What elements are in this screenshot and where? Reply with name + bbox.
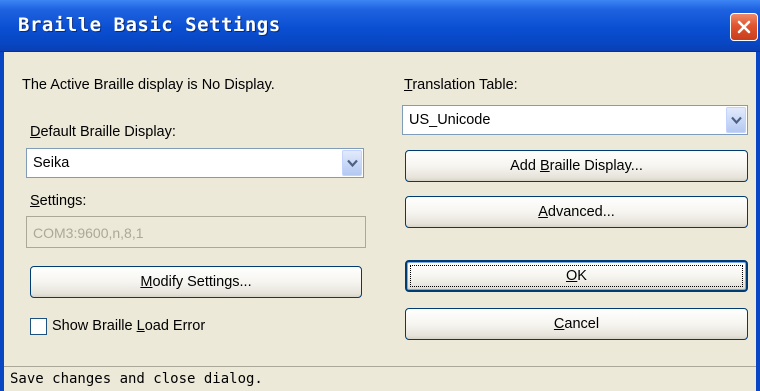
window-title: Braille Basic Settings: [18, 14, 281, 36]
default-display-label: Default Braille Display:: [30, 124, 176, 140]
dialog-client-area: The Active Braille display is No Display…: [4, 53, 756, 366]
ok-button[interactable]: OK: [405, 260, 748, 292]
ok-label: K: [577, 268, 587, 284]
show-load-error-rest: oad Error: [144, 318, 206, 334]
translation-table-select[interactable]: US_Unicode: [402, 105, 748, 135]
chevron-down-icon: [731, 116, 742, 125]
default-display-hotkey: D: [30, 124, 41, 140]
title-bar[interactable]: Braille Basic Settings: [0, 0, 760, 52]
default-display-label-rest: efault Braille Display:: [40, 124, 176, 140]
add-braille-display-hotkey: B: [539, 158, 550, 174]
show-load-error-label[interactable]: Show Braille Load Error: [52, 318, 205, 334]
settings-field[interactable]: COM3:9600,n,8,1: [26, 216, 366, 248]
show-load-error-hotkey: L: [136, 318, 145, 334]
translation-table-label-rest: ranslation Table:: [412, 77, 518, 93]
show-load-error-prefix: Show Braille: [52, 318, 137, 334]
show-load-error-checkbox[interactable]: [30, 318, 47, 335]
translation-table-value: US_Unicode: [409, 112, 491, 128]
add-braille-display-prefix: Add: [510, 158, 540, 174]
modify-settings-hotkey: M: [140, 274, 153, 290]
dialog-window: Braille Basic Settings The Active Braill…: [0, 0, 760, 391]
default-display-dropdown-button[interactable]: [342, 150, 362, 176]
cancel-button[interactable]: Cancel: [405, 308, 748, 340]
settings-value: COM3:9600,n,8,1: [33, 225, 144, 241]
close-button[interactable]: [730, 13, 758, 41]
cancel-label: ancel: [564, 316, 600, 332]
modify-settings-label: odify Settings...: [152, 274, 252, 290]
status-bar: Save changes and close dialog.: [4, 366, 756, 391]
advanced-label: dvanced...: [547, 204, 615, 220]
default-display-value: Seika: [33, 155, 70, 171]
window-frame-right: [756, 52, 760, 391]
translation-table-dropdown-button[interactable]: [726, 107, 746, 133]
add-braille-display-rest: raille Display...: [549, 158, 643, 174]
active-display-label: The Active Braille display is No Display…: [22, 77, 275, 93]
settings-hotkey: S: [30, 193, 40, 209]
translation-table-label: Translation Table:: [404, 77, 518, 93]
advanced-button[interactable]: Advanced...: [405, 196, 748, 228]
default-display-select[interactable]: Seika: [26, 148, 364, 178]
close-icon: [737, 20, 751, 34]
ok-hotkey: O: [566, 268, 578, 284]
modify-settings-button[interactable]: Modify Settings...: [30, 266, 362, 298]
advanced-hotkey: A: [538, 204, 548, 220]
settings-label: Settings:: [30, 193, 86, 209]
chevron-down-icon: [347, 159, 358, 168]
cancel-hotkey: C: [553, 316, 565, 332]
status-text: Save changes and close dialog.: [10, 371, 263, 387]
add-braille-display-button[interactable]: Add Braille Display...: [405, 150, 748, 182]
settings-label-rest: ettings:: [39, 193, 87, 209]
